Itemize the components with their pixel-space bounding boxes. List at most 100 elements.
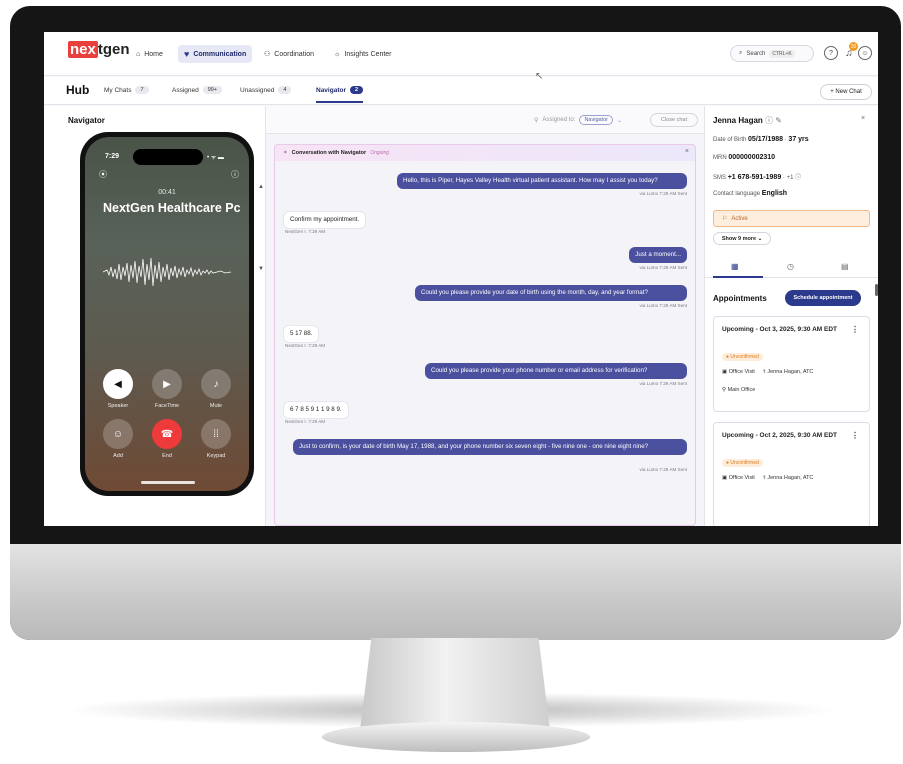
appointment-card[interactable]: Upcoming - Oct 3, 2025, 9:30 AM EDT ⋮ ● … xyxy=(713,316,870,412)
calendar-icon[interactable]: ▦ xyxy=(731,262,739,271)
new-chat-button[interactable]: + New Chat xyxy=(820,84,872,100)
chat-message-incoming: Confirm my appointment. xyxy=(283,211,367,229)
user-avatar-icon[interactable]: ☺ xyxy=(858,46,872,60)
audio-waveform-icon xyxy=(103,257,231,287)
keypad-button[interactable]: ⁞⁞ xyxy=(201,419,231,449)
show-more-button[interactable]: Show 9 more ⌄ xyxy=(713,232,771,245)
tab-count: 2 xyxy=(349,86,364,94)
mute-button[interactable]: ♪ xyxy=(201,369,231,399)
scrollbar[interactable] xyxy=(875,284,878,296)
chat-message-outgoing: Just to confirm, is your date of birth M… xyxy=(293,439,687,455)
add-call-button[interactable]: ☺ xyxy=(103,419,133,449)
end-call-button[interactable]: ☎ xyxy=(152,419,182,449)
appointments-title: Appointments xyxy=(713,294,767,303)
close-icon[interactable]: × xyxy=(685,148,689,155)
tab-count: 7 xyxy=(135,86,149,94)
monitor-stand-base xyxy=(322,722,590,752)
nav-insights-center[interactable]: ☼ Insights Center xyxy=(328,45,398,63)
button-label: Add xyxy=(113,453,123,459)
history-icon[interactable]: ◷ xyxy=(787,262,794,271)
search-icon: ⌕ xyxy=(739,50,743,56)
scroll-up-arrow[interactable]: ▲ xyxy=(258,184,264,190)
monitor-chin xyxy=(10,544,901,640)
chat-filter-bar: ⚲ Assigned to: Navigator ⌄ Close chat xyxy=(266,106,704,134)
chat-message-outgoing: Hello, this is Piper, Hayes Valley Healt… xyxy=(397,173,687,189)
monitor-mockup: nex tgen ⌂ Home ♥ Communication ⚇ Coordin… xyxy=(0,0,903,764)
office-icon: ▣ xyxy=(722,475,728,481)
patient-mrn: MRN 000000002310 xyxy=(713,154,776,161)
hub-title: Hub xyxy=(66,83,90,97)
button-label: Mute xyxy=(209,403,223,409)
schedule-appointment-button[interactable]: Schedule appointment xyxy=(785,290,861,306)
conversation-window: ✦ Conversation with Navigator Ongoing × … xyxy=(274,144,696,526)
patient-sms: SMS +1 678-591-1989 · +1 ⓘ xyxy=(713,174,802,181)
dynamic-island xyxy=(133,149,203,165)
tab-unassigned[interactable]: Unassigned 4 xyxy=(240,86,292,94)
tab-navigator[interactable]: Navigator 2 xyxy=(316,86,364,103)
patient-details-panel: Jenna Hagan ⓘ ✎ × Date of Birth 05/17/19… xyxy=(704,106,878,526)
info-icon[interactable]: ⓘ xyxy=(231,169,239,180)
appointment-status: ● Unconfirmed xyxy=(722,353,763,361)
phone-clock: 7:29 xyxy=(105,153,120,160)
appointment-card[interactable]: Upcoming - Oct 2, 2025, 9:30 AM EDT ⋮ ● … xyxy=(713,422,870,526)
monitor-stand-neck xyxy=(360,638,550,730)
status-badge: ⚐ Active xyxy=(713,210,870,227)
message-meta: via Lumo 7:29 AM Sent xyxy=(639,191,688,196)
tab-my-chats[interactable]: My Chats 7 xyxy=(104,86,149,94)
lightbulb-icon: ☼ xyxy=(334,50,341,58)
help-icon[interactable]: ? xyxy=(824,46,838,60)
assigned-to-selector[interactable]: ⚲ Assigned to: Navigator ⌄ xyxy=(534,115,622,125)
mute-mic-icon: ♪ xyxy=(213,378,219,390)
info-icon[interactable]: ⓘ xyxy=(765,116,773,125)
office-icon: ▣ xyxy=(722,369,728,375)
patient-tabs: ▦ ◷ ▤ xyxy=(705,256,878,278)
active-tab-indicator xyxy=(713,276,763,278)
appointment-location: ⚲ Main Office xyxy=(722,387,756,393)
conversation-header: ✦ Conversation with Navigator Ongoing × xyxy=(275,145,695,161)
chat-message-incoming: 6 7 8 5 9 1 1 9 8 9. xyxy=(283,401,349,419)
message-meta: NextGen I. 7:29 AM xyxy=(285,229,326,234)
close-icon[interactable]: × xyxy=(861,115,865,122)
button-label: Keypad xyxy=(206,453,226,459)
hang-up-icon: ☎ xyxy=(160,428,174,440)
info-icon[interactable]: ⓘ xyxy=(795,175,801,181)
appointment-details: ▣ Office Visit ⚕ Jenna Hagan, ATC xyxy=(722,475,814,481)
close-chat-button[interactable]: Close chat xyxy=(650,113,698,127)
button-label: FaceTime xyxy=(154,403,180,409)
clipboard-icon[interactable]: ▤ xyxy=(841,262,849,271)
tab-count: 4 xyxy=(278,86,292,94)
appointment-details: ▣ Office Visit ⚕ Jenna Hagan, ATC xyxy=(722,369,814,375)
global-search-button[interactable]: ⌕ Search CTRL+K xyxy=(730,45,814,62)
home-indicator[interactable] xyxy=(141,481,195,484)
tab-assigned[interactable]: Assigned 99+ xyxy=(172,86,223,94)
message-meta: via Lumo 7:29 AM Sent xyxy=(639,265,688,270)
message-meta: via Lumo 7:29 AM Sent xyxy=(639,303,688,308)
phone-screen: 7:29 • ᯤ ▬ ⦿ ⓘ 00:41 NextGen Healthcare … xyxy=(85,137,249,491)
speaker-icon: ◀ xyxy=(114,378,122,390)
nav-communication[interactable]: ♥ Communication xyxy=(178,45,253,63)
chat-panel: ⚲ Assigned to: Navigator ⌄ Close chat ✦ … xyxy=(266,106,704,526)
message-meta: NextGen I. 7:29 AM xyxy=(285,419,326,424)
add-person-icon: ☺ xyxy=(112,428,124,440)
speaker-button[interactable]: ◀ xyxy=(103,369,133,399)
top-navigation-bar: nex tgen ⌂ Home ♥ Communication ⚇ Coordin… xyxy=(44,32,878,76)
nav-home[interactable]: ⌂ Home xyxy=(130,45,169,63)
patient-name: Jenna Hagan ⓘ ✎ xyxy=(713,116,782,125)
nextgen-logo[interactable]: nex tgen xyxy=(68,41,130,63)
keypad-icon: ⁞⁞ xyxy=(213,428,219,440)
facetime-button[interactable]: ▶ xyxy=(152,369,182,399)
nav-coordination[interactable]: ⚇ Coordination xyxy=(258,45,320,63)
appointment-status: ● Unconfirmed xyxy=(722,459,763,467)
more-options-icon[interactable]: ⋮ xyxy=(851,325,859,334)
signal-battery-icon: • ᯤ ▬ xyxy=(207,155,224,161)
provider-icon: ⚕ xyxy=(762,369,766,375)
phone-call-overlay: 7:29 • ᯤ ▬ ⦿ ⓘ 00:41 NextGen Healthcare … xyxy=(80,132,254,496)
caller-name: NextGen Healthcare Pc xyxy=(103,201,241,215)
more-options-icon[interactable]: ⋮ xyxy=(851,431,859,440)
tab-count: 99+ xyxy=(202,86,223,94)
edit-pencil-icon[interactable]: ✎ xyxy=(775,116,782,125)
scroll-down-arrow[interactable]: ▼ xyxy=(258,266,264,272)
panel-title: Navigator xyxy=(68,116,105,125)
chat-message-outgoing: Just a moment... xyxy=(629,247,687,263)
sparkle-icon: ✦ xyxy=(283,150,288,156)
